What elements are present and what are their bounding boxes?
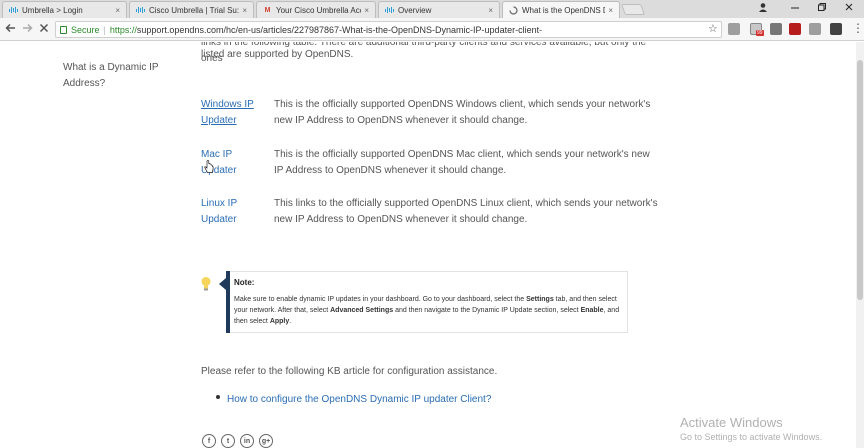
tab-label: What is the OpenDNS D	[522, 5, 606, 15]
note-pointer	[219, 278, 226, 290]
tab-gmail[interactable]: M Your Cisco Umbrella Acc ×	[256, 1, 376, 18]
tab-label: Your Cisco Umbrella Acc	[276, 5, 362, 15]
extension-icon[interactable]	[809, 23, 821, 35]
url-scheme: https://	[109, 24, 137, 35]
bookmark-star-icon[interactable]: ☆	[708, 22, 718, 35]
intro-text: listed are supported by OpenDNS.	[201, 49, 354, 60]
secure-label: Secure	[71, 24, 100, 35]
extension-icon[interactable]	[728, 23, 740, 35]
lightbulb-icon	[201, 277, 211, 291]
client-description: This is the officially supported OpenDNS…	[274, 149, 650, 176]
tab-label: Cisco Umbrella | Trial Su:	[149, 5, 240, 15]
tab-label: Umbrella > Login	[22, 5, 83, 15]
page-content: links in the following table. There are …	[0, 42, 864, 448]
close-icon[interactable]: ×	[488, 6, 493, 15]
sidebar-link-dynamic-ip[interactable]: What is a Dynamic IP Address?	[63, 60, 183, 92]
extension-badge: 99	[756, 30, 764, 36]
tab-label: Overview	[398, 5, 432, 15]
divider: |	[103, 24, 106, 35]
scrollbar-thumb[interactable]	[857, 60, 863, 300]
hand-cursor-icon	[204, 160, 214, 173]
bullet	[216, 395, 220, 399]
extension-badge-icon[interactable]: 99	[750, 23, 764, 36]
gmail-icon: M	[264, 6, 271, 14]
activate-windows-subtitle: Go to Settings to activate Windows.	[680, 432, 823, 442]
facebook-icon[interactable]: f	[202, 434, 216, 448]
tab-umbrella-login[interactable]: Umbrella > Login ×	[2, 1, 127, 18]
address-bar[interactable]: Secure | https:// support.opendns.com/hc…	[55, 21, 722, 38]
restore-icon[interactable]	[815, 2, 829, 15]
close-icon[interactable]: ×	[115, 6, 120, 15]
forward-arrow-icon[interactable]	[20, 22, 34, 37]
loading-icon	[509, 5, 518, 15]
url-text: support.opendns.com/hc/en-us/articles/22…	[136, 24, 543, 35]
tab-cisco-trial[interactable]: Cisco Umbrella | Trial Su: ×	[129, 1, 254, 18]
linkedin-icon[interactable]: in	[240, 434, 254, 448]
extension-icon[interactable]	[830, 23, 842, 35]
tab-strip: Umbrella > Login × Cisco Umbrella | Tria…	[0, 0, 864, 18]
linux-ip-updater-link[interactable]: Linux IP Updater	[201, 196, 261, 228]
close-icon[interactable]: ×	[364, 6, 369, 15]
activate-windows-title: Activate Windows	[680, 415, 783, 430]
google-plus-icon[interactable]: g+	[259, 434, 273, 448]
kb-article-link[interactable]: How to configure the OpenDNS Dynamic IP …	[227, 394, 491, 405]
kb-intro-text: Please refer to the following KB article…	[201, 366, 498, 377]
tab-overview[interactable]: Overview ×	[378, 1, 500, 18]
twitter-icon[interactable]: t	[221, 434, 235, 448]
cisco-icon	[136, 6, 145, 15]
windows-ip-updater-link[interactable]: Windows IP Updater	[201, 97, 261, 129]
extension-icon[interactable]	[789, 23, 801, 35]
note-body: Make sure to enable dynamic IP updates i…	[234, 296, 620, 325]
minimize-icon[interactable]	[788, 2, 802, 15]
cisco-icon	[9, 6, 18, 15]
extension-icon[interactable]	[770, 23, 782, 35]
close-icon[interactable]: ×	[608, 6, 613, 15]
note-title: Note:	[234, 278, 255, 287]
profile-icon[interactable]	[756, 2, 770, 15]
back-arrow-icon[interactable]	[4, 22, 18, 37]
tab-opendns-active[interactable]: What is the OpenDNS D ×	[502, 1, 620, 18]
client-description: This links to the officially supported O…	[274, 198, 658, 225]
new-tab-button[interactable]	[620, 4, 646, 15]
browser-toolbar: Secure | https:// support.opendns.com/hc…	[0, 18, 864, 41]
window-close-icon[interactable]	[842, 2, 856, 15]
close-icon[interactable]: ×	[242, 6, 247, 15]
note-accent-bar	[226, 271, 230, 333]
stop-loading-icon[interactable]	[37, 22, 51, 37]
menu-icon[interactable]: ⋮	[852, 21, 864, 35]
cisco-icon	[385, 6, 394, 15]
client-description: This is the officially supported OpenDNS…	[274, 99, 651, 126]
lock-icon	[60, 25, 67, 34]
